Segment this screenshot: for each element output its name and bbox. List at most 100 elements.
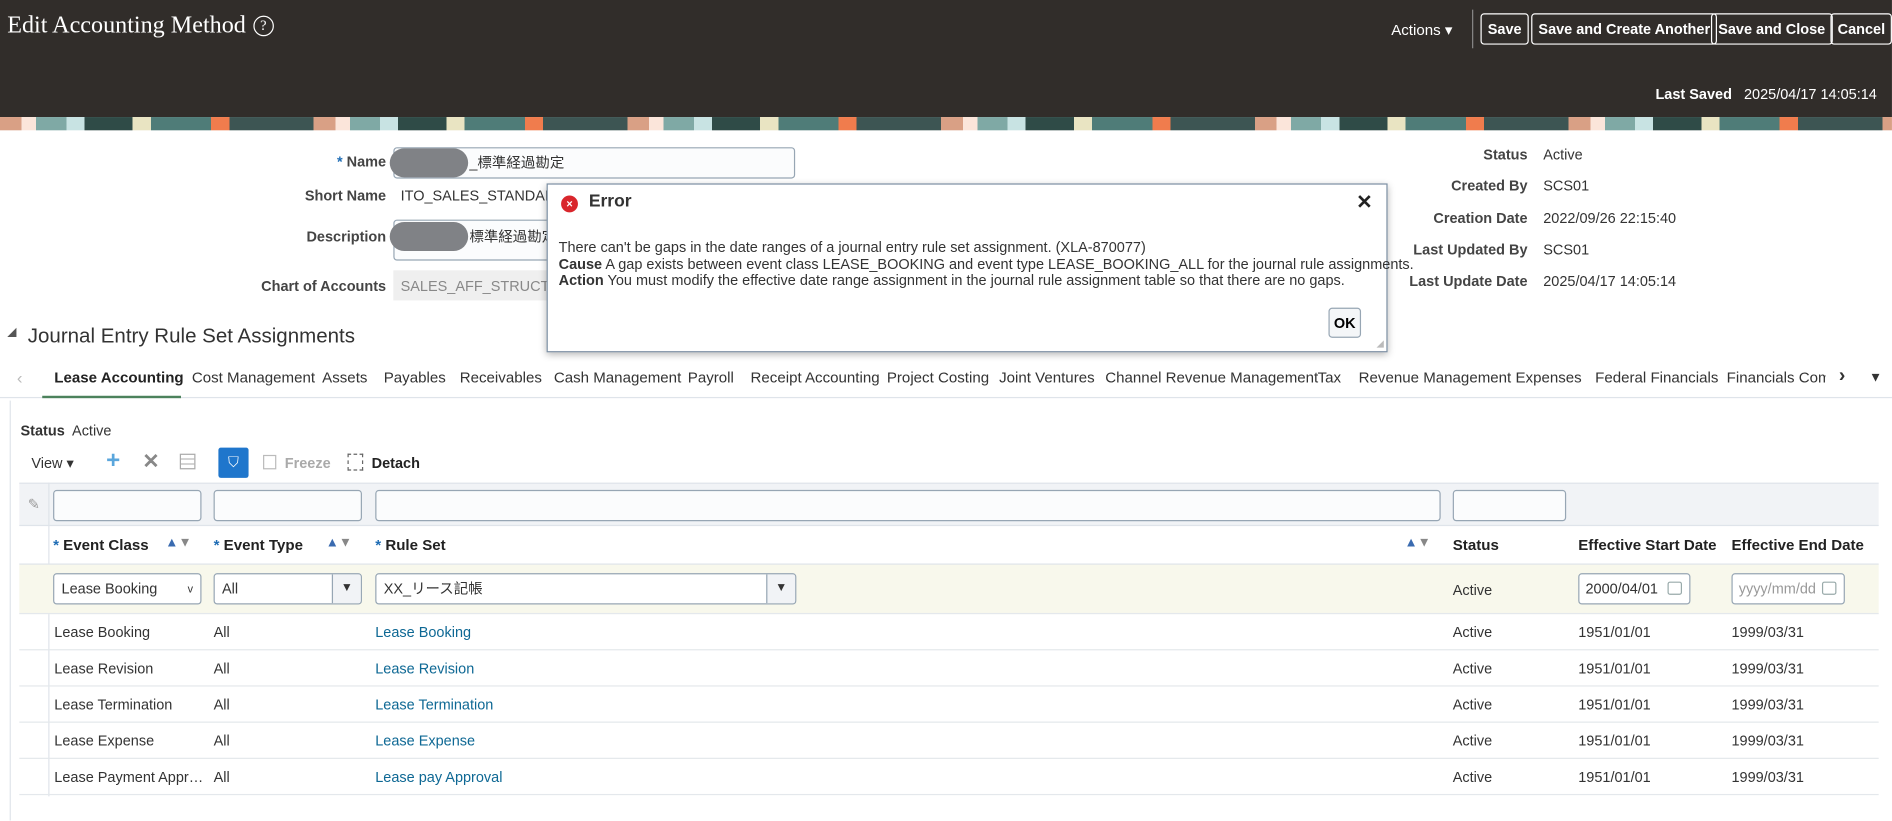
column-header-event-class[interactable]: * Event Class <box>53 537 149 554</box>
rule-set-link[interactable]: Lease Termination <box>375 696 493 713</box>
last-update-date-label: Last Update Date <box>1409 272 1528 290</box>
column-header-start-date[interactable]: Effective Start Date <box>1578 537 1716 554</box>
dialog-message: There can't be gaps in the date ranges o… <box>558 239 1414 289</box>
created-by-value: SCS01 <box>1543 177 1590 195</box>
calendar-icon <box>1821 581 1837 595</box>
actions-menu[interactable]: Actions ▾ <box>1391 21 1452 39</box>
edit-pencil-icon: ✎ <box>27 495 40 513</box>
cell-start: 1951/01/01 <box>1578 732 1651 750</box>
sort-icon[interactable]: ▲▼ <box>165 536 191 550</box>
query-by-example-icon[interactable]: ⛉ <box>218 447 249 478</box>
tab-receivables[interactable]: Receivables <box>460 369 542 386</box>
close-icon[interactable]: ✕ <box>1356 191 1372 215</box>
freeze-icon <box>263 454 277 470</box>
save-button[interactable]: Save <box>1480 13 1529 45</box>
save-and-close-button[interactable]: Save and Close <box>1710 13 1833 45</box>
freeze-button[interactable]: Freeze <box>285 455 331 472</box>
filter-event-class[interactable] <box>53 489 202 522</box>
cell-end: 1999/03/31 <box>1731 660 1804 677</box>
sort-icon[interactable]: ▲▼ <box>326 536 352 550</box>
rule-set-select[interactable]: XX_リース記帳 ▼ <box>375 573 797 605</box>
save-and-create-another-button[interactable]: Save and Create Another <box>1531 13 1718 45</box>
rule-set-link[interactable]: Lease Expense <box>375 732 475 749</box>
cell-event-type: All <box>213 732 230 750</box>
cell-event-class: Lease Revision <box>54 660 154 677</box>
filter-rule-set[interactable] <box>375 489 1441 522</box>
tab-project-costing[interactable]: Project Costing <box>887 369 989 386</box>
cell-event-class: Lease Booking <box>54 623 151 641</box>
add-row-icon[interactable]: + <box>106 448 120 476</box>
last-updated-by-value: SCS01 <box>1543 241 1590 259</box>
tab-payroll[interactable]: Payroll <box>688 369 734 386</box>
tab-revenue-management[interactable]: Revenue Management <box>1359 369 1512 386</box>
detach-button[interactable]: Detach <box>372 455 420 472</box>
collapse-triangle-icon[interactable]: ◢ <box>7 326 16 339</box>
cell-status: Active <box>1452 696 1493 714</box>
chevron-down-icon: v <box>187 582 194 595</box>
cell-end: 1999/03/31 <box>1731 696 1804 714</box>
tab-scroll-left-icon[interactable]: ‹ <box>17 368 23 387</box>
tab-financials-comr[interactable]: Financials Comr <box>1727 369 1826 386</box>
tab-scroll-right-icon[interactable]: › <box>1839 366 1845 388</box>
cell-status: Active <box>1452 623 1493 641</box>
tab-channel-revenue-management[interactable]: Channel Revenue Management <box>1105 369 1318 386</box>
columns-icon[interactable] <box>179 453 196 470</box>
tab-lease-accounting[interactable]: Lease Accounting <box>54 369 183 386</box>
last-update-date-value: 2025/04/17 14:05:14 <box>1543 272 1677 290</box>
resize-handle-icon[interactable]: ◢ <box>1377 338 1384 349</box>
help-icon[interactable]: ? <box>253 15 274 37</box>
tab-tax[interactable]: Tax <box>1318 369 1341 386</box>
cell-start: 1951/01/01 <box>1578 768 1651 786</box>
error-icon: × <box>561 195 578 213</box>
event-type-select[interactable]: All ▼ <box>213 573 362 605</box>
cell-event-type: All <box>213 660 230 677</box>
tab-receipt-accounting[interactable]: Receipt Accounting <box>751 369 880 386</box>
sort-icon[interactable]: ▲▼ <box>1404 536 1430 550</box>
view-menu[interactable]: View ▾ <box>31 455 73 472</box>
tab-federal-financials[interactable]: Federal Financials <box>1595 369 1718 386</box>
panel-border <box>9 400 11 821</box>
event-class-select[interactable]: Lease Booking v <box>53 573 202 605</box>
dropdown-arrow-icon: ▼ <box>331 574 361 604</box>
actions-label: Actions <box>1391 21 1441 39</box>
cell-end: 1999/03/31 <box>1731 768 1804 786</box>
cancel-button[interactable]: Cancel <box>1830 13 1892 45</box>
cell-end: 1999/03/31 <box>1731 732 1804 750</box>
tab-cash-management[interactable]: Cash Management <box>554 369 681 386</box>
delete-row-icon[interactable]: ✕ <box>142 450 159 474</box>
tab-cost-management[interactable]: Cost Management <box>192 369 315 386</box>
end-date-input[interactable]: yyyy/mm/dd <box>1731 573 1845 605</box>
column-header-status[interactable]: Status <box>1453 537 1499 554</box>
tab-joint-ventures[interactable]: Joint Ventures <box>999 369 1095 386</box>
column-header-event-type[interactable]: * Event Type <box>214 537 303 554</box>
filter-event-type[interactable] <box>213 489 362 522</box>
column-header-rule-set[interactable]: * Rule Set <box>375 537 445 554</box>
tab-assets[interactable]: Assets <box>322 369 367 386</box>
redacted-blur <box>389 222 469 251</box>
ok-button[interactable]: OK <box>1328 307 1362 338</box>
tab-expenses[interactable]: Expenses <box>1515 369 1581 386</box>
error-cause: Cause A gap exists between event class L… <box>558 255 1414 273</box>
last-saved-value: 2025/04/17 14:05:14 <box>1744 85 1877 103</box>
cell-status: Active <box>1452 768 1493 786</box>
cell-end: 1999/03/31 <box>1731 623 1804 641</box>
section-title: Journal Entry Rule Set Assignments <box>27 324 355 348</box>
start-date-input[interactable]: 2000/04/01 <box>1578 573 1691 605</box>
rule-set-link[interactable]: Lease Revision <box>375 660 474 677</box>
cell-status: Active <box>1452 732 1493 750</box>
chevron-down-icon: ▾ <box>1444 21 1453 39</box>
tab-payables[interactable]: Payables <box>384 369 446 386</box>
cell-event-type: All <box>213 696 230 714</box>
cell-status: Active <box>1452 660 1493 677</box>
name-label: * Name <box>336 153 387 171</box>
rule-set-link[interactable]: Lease pay Approval <box>375 769 502 786</box>
column-header-end-date[interactable]: Effective End Date <box>1731 537 1863 554</box>
tab-overflow-chevron-icon[interactable]: ▼ <box>1869 370 1882 384</box>
rule-set-link[interactable]: Lease Booking <box>375 624 471 641</box>
description-label: Description <box>306 228 387 245</box>
decorative-banner <box>0 117 1892 131</box>
error-dialog: × Error ✕ There can't be gaps in the dat… <box>546 183 1414 353</box>
dropdown-arrow-icon: ▼ <box>766 574 796 604</box>
chart-of-accounts-label: Chart of Accounts <box>261 277 387 295</box>
filter-status[interactable] <box>1452 489 1567 522</box>
